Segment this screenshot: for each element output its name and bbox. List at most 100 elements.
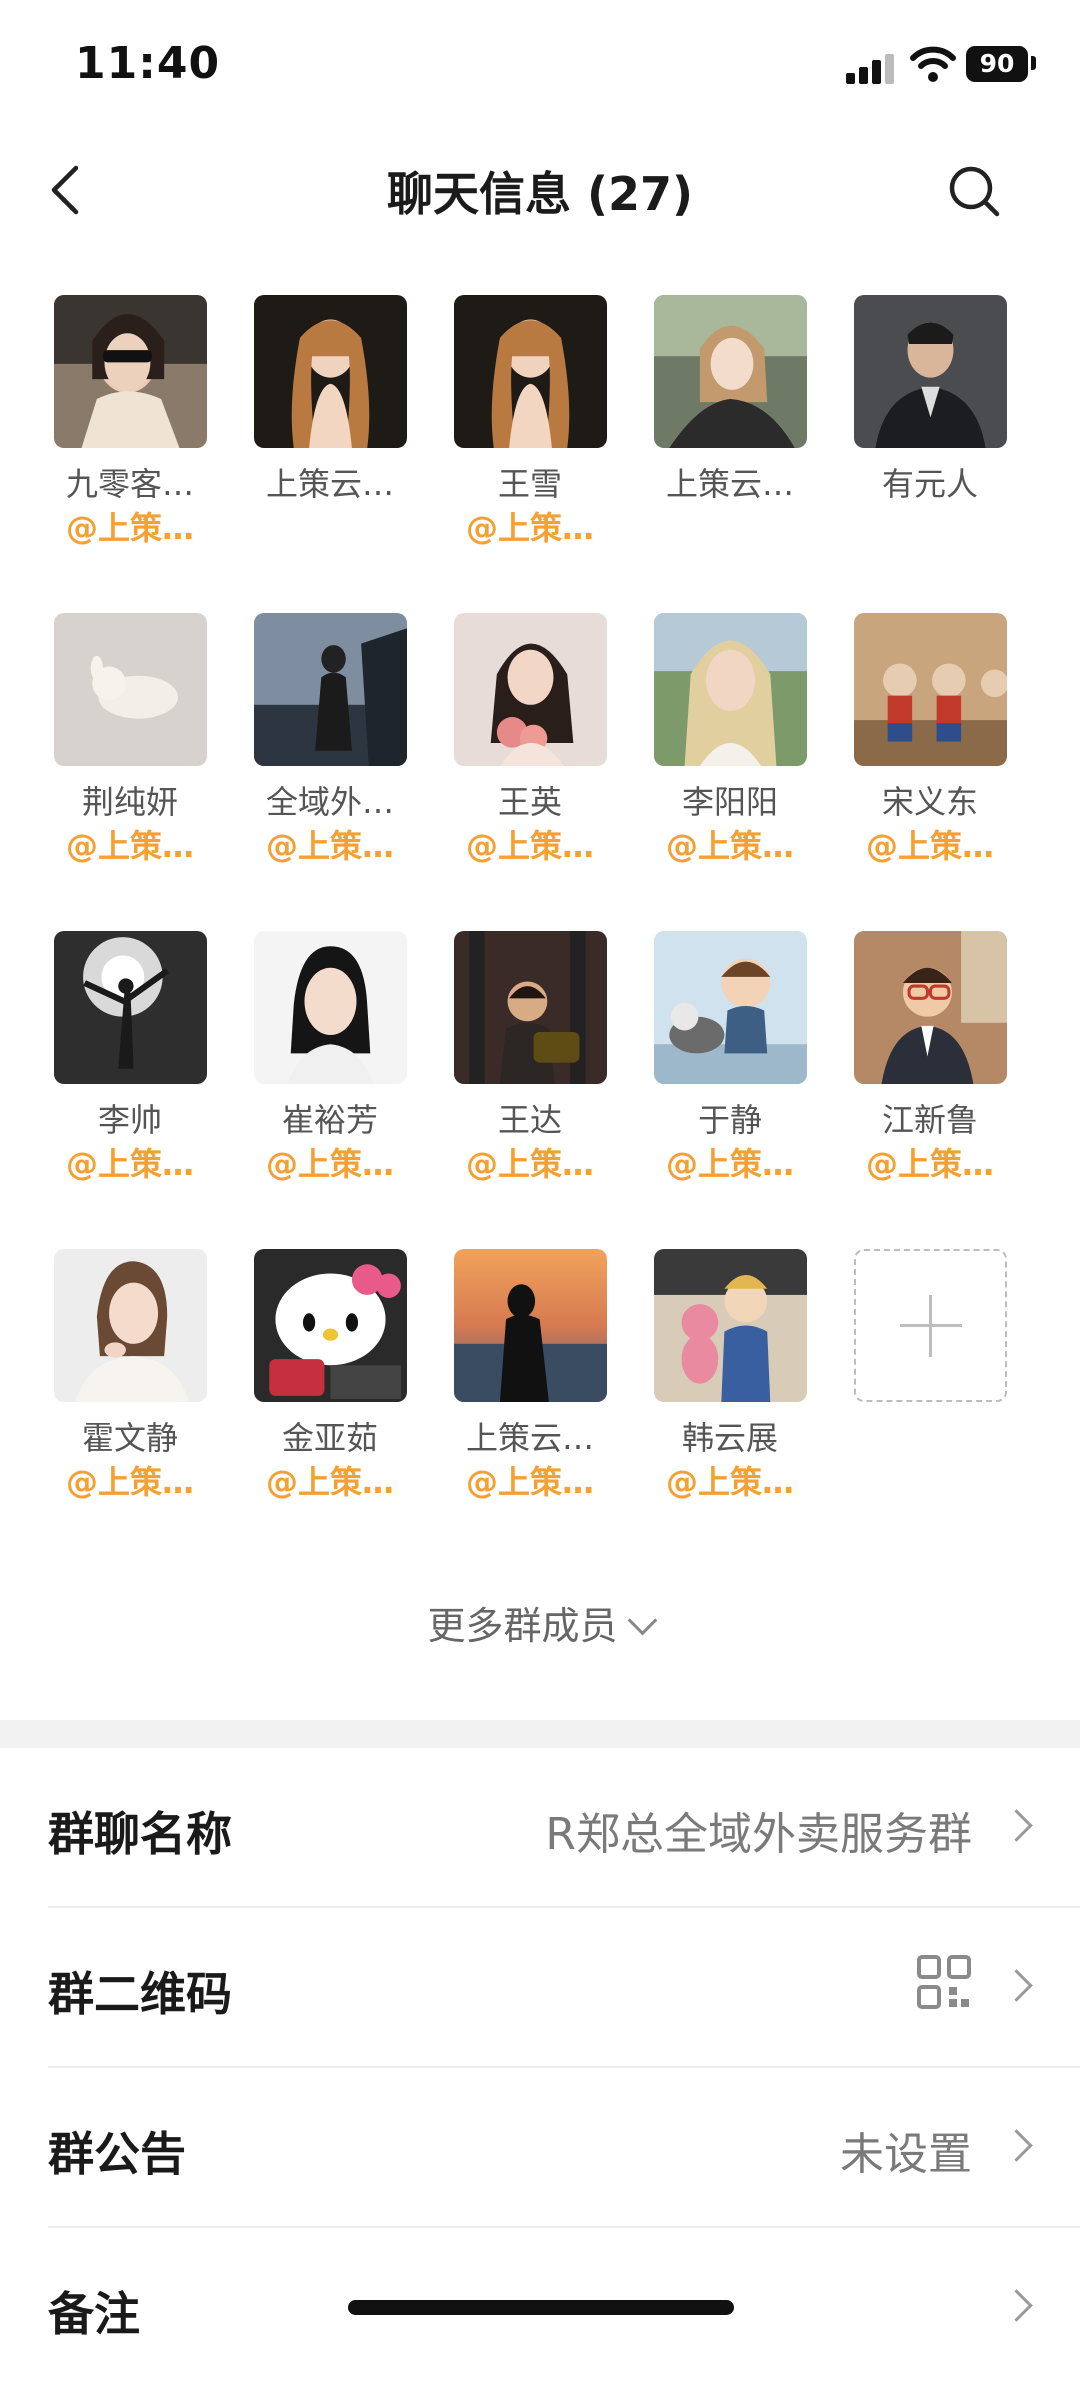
- member-tag: @上策…: [65, 827, 194, 865]
- group-name-value: R郑总全域外卖服务群: [545, 1809, 972, 1860]
- member-name: 李阳阳: [681, 783, 778, 821]
- member-tag: @上策…: [665, 1145, 794, 1183]
- chevron-down-icon: [627, 1605, 657, 1636]
- member-item[interactable]: 上策云… @上策…: [440, 1249, 620, 1504]
- member-item[interactable]: 上策云…: [240, 295, 420, 550]
- avatar: [53, 295, 207, 448]
- member-name: 王达: [497, 1101, 562, 1139]
- search-button[interactable]: [945, 158, 1005, 222]
- avatar: [653, 613, 807, 766]
- avatar: [253, 1249, 407, 1402]
- member-tag: @上策…: [865, 827, 994, 865]
- member-name: 王英: [497, 783, 562, 821]
- member-tag: @上策…: [865, 1145, 994, 1183]
- member-tag: @上策…: [65, 1145, 194, 1183]
- member-tag: @上策…: [65, 509, 194, 547]
- group-qr-code-row[interactable]: 群二维码: [0, 1908, 1080, 2068]
- back-button[interactable]: [40, 158, 100, 222]
- member-tag: @上策…: [265, 1145, 394, 1183]
- member-tag: [240, 506, 420, 550]
- cellular-signal-icon: [846, 50, 896, 84]
- avatar: [653, 1249, 807, 1402]
- member-tag: @上策…: [665, 827, 794, 865]
- avatar: [53, 613, 207, 766]
- qr-code-icon: [917, 1955, 971, 2009]
- member-tag: @上策…: [265, 827, 394, 865]
- group-announcement-label: 群公告: [48, 2127, 186, 2181]
- avatar: [53, 1249, 207, 1402]
- member-name: 荆纯妍: [81, 783, 178, 821]
- member-name: 于静: [697, 1101, 762, 1139]
- group-name-row[interactable]: 群聊名称 R郑总全域外卖服务群: [0, 1748, 1080, 1908]
- member-tag: [640, 506, 820, 550]
- avatar: [53, 931, 207, 1084]
- avatar: [253, 613, 407, 766]
- member-name: 崔裕芳: [281, 1101, 378, 1139]
- member-item[interactable]: 崔裕芳 @上策…: [240, 931, 420, 1186]
- member-name: 九零客…: [65, 465, 194, 503]
- member-name: 上策云…: [465, 1419, 594, 1457]
- member-item[interactable]: 全域外… @上策…: [240, 613, 420, 868]
- member-item[interactable]: 韩云展 @上策…: [640, 1249, 820, 1504]
- member-tag: @上策…: [665, 1463, 794, 1501]
- member-item[interactable]: 李帅 @上策…: [40, 931, 220, 1186]
- member-name: 韩云展: [681, 1419, 778, 1457]
- member-item[interactable]: 荆纯妍 @上策…: [40, 613, 220, 868]
- member-item[interactable]: 上策云…: [640, 295, 820, 550]
- avatar: [453, 295, 607, 448]
- member-item[interactable]: 江新鲁 @上策…: [840, 931, 1020, 1186]
- member-name: 王雪: [497, 465, 562, 503]
- member-item[interactable]: 王英 @上策…: [440, 613, 620, 868]
- member-item[interactable]: 王达 @上策…: [440, 931, 620, 1186]
- member-tag: @上策…: [65, 1463, 194, 1501]
- chevron-left-icon: [51, 165, 79, 215]
- member-tag: [840, 506, 1020, 550]
- member-item[interactable]: 于静 @上策…: [640, 931, 820, 1186]
- plus-icon: [853, 1249, 1007, 1402]
- battery-level: 90: [979, 49, 1015, 78]
- member-name: 金亚茹: [281, 1419, 378, 1457]
- status-bar: 11:40 90: [0, 0, 1080, 130]
- member-name: 李帅: [97, 1101, 162, 1139]
- member-tag: @上策…: [465, 1463, 594, 1501]
- add-member-button[interactable]: [840, 1249, 1020, 1402]
- member-item[interactable]: 王雪 @上策…: [440, 295, 620, 550]
- chevron-right-icon: [1000, 1809, 1033, 1842]
- member-item[interactable]: 有元人: [840, 295, 1020, 550]
- avatar: [653, 295, 807, 448]
- more-members-label: 更多群成员: [427, 1604, 618, 1648]
- group-name-label: 群聊名称: [48, 1807, 232, 1861]
- member-item[interactable]: 霍文静 @上策…: [40, 1249, 220, 1504]
- battery-tip: [1031, 56, 1036, 70]
- search-icon: [949, 166, 1000, 217]
- nav-header: 聊天信息 (27): [0, 140, 1080, 240]
- member-item[interactable]: 金亚茹 @上策…: [240, 1249, 420, 1504]
- chevron-right-icon: [1000, 2289, 1033, 2322]
- status-time: 11:40: [75, 38, 221, 89]
- home-indicator: [348, 2300, 734, 2315]
- member-name: 上策云…: [265, 465, 394, 503]
- avatar: [453, 931, 607, 1084]
- member-name: 霍文静: [81, 1419, 178, 1457]
- member-item[interactable]: 九零客… @上策…: [40, 295, 220, 550]
- group-announcement-row[interactable]: 群公告 未设置: [0, 2068, 1080, 2228]
- page-title: 聊天信息 (27): [386, 167, 694, 221]
- avatar: [453, 613, 607, 766]
- member-item[interactable]: 宋义东 @上策…: [840, 613, 1020, 868]
- wifi-icon: [910, 46, 956, 82]
- avatar: [253, 295, 407, 448]
- member-item[interactable]: 李阳阳 @上策…: [640, 613, 820, 868]
- section-divider: [0, 1720, 1080, 1748]
- avatar: [453, 1249, 607, 1402]
- group-qr-code-label: 群二维码: [48, 1967, 232, 2021]
- member-tag: @上策…: [265, 1463, 394, 1501]
- member-tag: @上策…: [465, 827, 594, 865]
- avatar: [853, 295, 1007, 448]
- member-name: 江新鲁: [881, 1101, 978, 1139]
- member-name: 上策云…: [665, 465, 794, 503]
- battery-icon: 90: [966, 46, 1028, 82]
- member-tag: @上策…: [465, 1145, 594, 1183]
- member-name: 宋义东: [881, 783, 978, 821]
- more-members-button[interactable]: 更多群成员: [0, 1595, 1080, 1650]
- avatar: [653, 931, 807, 1084]
